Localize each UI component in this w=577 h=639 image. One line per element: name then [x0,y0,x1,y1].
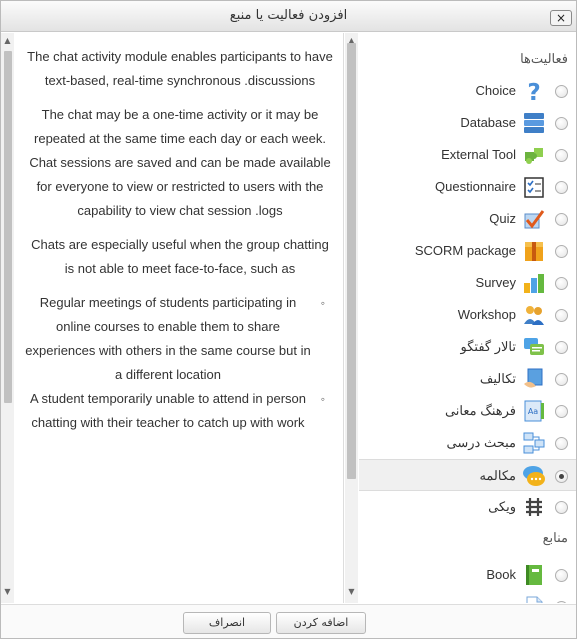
puzzle-icon [522,143,546,167]
option-scorm-package[interactable]: SCORM package [359,235,576,267]
file-icon [522,595,546,603]
option-label: فرهنگ معانی [444,403,516,418]
glossary-icon: Aa [522,399,546,423]
radio-button[interactable] [555,341,568,354]
chat-icon [522,464,546,488]
dialog-titlebar: افزودن فعالیت یا منبع × [1,1,576,32]
description-pane[interactable]: ▲ ▼ The chat activity module enables par… [1,33,344,603]
description-paragraph: The chat may be a one-time activity or i… [29,107,331,218]
option-label: External Tool [441,147,516,162]
radio-button[interactable] [555,405,568,418]
option-external-tool[interactable]: External Tool [359,139,576,171]
option-glossary[interactable]: Aa فرهنگ معانی [359,395,576,427]
option-wiki[interactable]: ویکی [359,491,576,523]
radio-button[interactable] [555,149,568,162]
add-button[interactable]: اضافه کردن [276,612,366,634]
option-label: مبحث درسی [446,435,516,450]
scroll-down-icon[interactable]: ▼ [1,586,14,598]
options-scrollbar[interactable]: ▲ ▼ [345,33,358,603]
close-button[interactable]: × [550,10,572,26]
option-label: Questionnaire [435,179,516,194]
quiz-check-icon [522,207,546,231]
radio-button[interactable] [555,309,568,322]
option-choice[interactable]: ? Choice [359,75,576,107]
option-label: Database [460,115,516,130]
description-bullet: Regular meetings of students participati… [25,291,325,387]
checklist-icon [522,175,546,199]
options-pane[interactable]: ▲ ▼ فعالیت‌ها ? Choice Database [345,33,576,603]
option-label: تکالیف [479,371,516,386]
book-icon [522,563,546,587]
forum-icon [522,335,546,359]
description-list: Regular meetings of students participati… [25,291,335,435]
description-scrollbar[interactable]: ▲ ▼ [1,33,14,603]
option-database[interactable]: Database [359,107,576,139]
activities-heading: فعالیت‌ها [520,51,568,66]
option-lesson[interactable]: مبحث درسی [359,427,576,459]
dialog-title: افزودن فعالیت یا منبع [229,8,348,23]
radio-button[interactable] [555,245,568,258]
option-label: Survey [475,275,516,290]
radio-button[interactable] [555,601,568,603]
option-label: SCORM package [414,243,516,258]
svg-text:Aa: Aa [528,407,538,416]
radio-button[interactable] [555,117,568,130]
option-questionnaire[interactable]: Questionnaire [359,171,576,203]
radio-button[interactable] [555,213,568,226]
activity-chooser-dialog: افزودن فعالیت یا منبع × ▲ ▼ The chat act… [0,0,577,639]
scroll-up-icon[interactable]: ▲ [1,35,14,47]
people-icon [522,303,546,327]
option-chat[interactable]: مکالمه [359,459,576,491]
option-assignment[interactable]: تکالیف [359,363,576,395]
description-paragraph: Chats are especially useful when the gro… [31,237,329,276]
cancel-button[interactable]: انصراف [183,612,271,634]
radio-button[interactable] [555,277,568,290]
description-bullet: A student temporarily unable to attend i… [25,387,325,435]
option-label: Quiz [489,211,516,226]
radio-button[interactable] [555,181,568,194]
option-forum[interactable]: تالار گفتگو [359,331,576,363]
description-scroll-thumb[interactable] [4,51,12,403]
option-file[interactable] [359,591,576,603]
lesson-icon [522,431,546,455]
database-icon [522,111,546,135]
option-workshop[interactable]: Workshop [359,299,576,331]
bar-chart-icon [522,271,546,295]
radio-button[interactable] [555,85,568,98]
assignment-icon [522,367,546,391]
option-label: ویکی [488,499,516,514]
radio-button[interactable] [555,470,568,483]
module-description: The chat activity module enables partici… [25,45,335,435]
question-icon: ? [522,79,546,106]
radio-button[interactable] [555,373,568,386]
svg-text:?: ? [527,80,540,103]
option-quiz[interactable]: Quiz [359,203,576,235]
description-paragraph: The chat activity module enables partici… [27,49,333,88]
scroll-down-icon[interactable]: ▼ [345,586,358,598]
radio-button[interactable] [555,501,568,514]
resources-heading: منابع [542,530,568,545]
radio-button[interactable] [555,437,568,450]
package-icon [522,239,546,263]
dialog-footer: اضافه کردن انصراف [1,604,576,638]
radio-button[interactable] [555,569,568,582]
option-label: Choice [475,83,516,98]
option-book[interactable]: Book [359,559,576,591]
wiki-icon [522,495,546,519]
options-scroll-thumb[interactable] [347,43,356,479]
option-survey[interactable]: Survey [359,267,576,299]
option-label: تالار گفتگو [460,339,516,354]
option-label: Workshop [457,307,516,322]
option-label: Book [486,567,516,582]
option-label: مکالمه [479,468,516,483]
